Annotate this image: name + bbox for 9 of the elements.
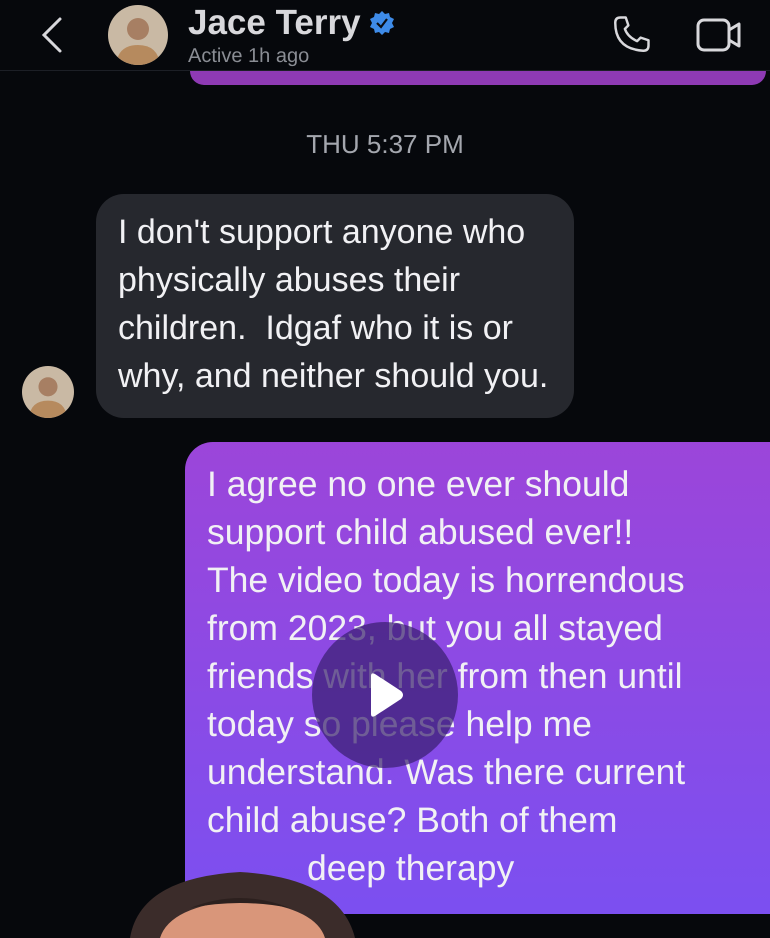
video-camera-icon xyxy=(696,17,742,54)
received-message: I don't support anyone who physically abuses their children. Idgaf who it is or why, and neither should you. xyxy=(96,194,574,418)
video-call-button[interactable] xyxy=(696,17,742,54)
contact-name: Jace Terry xyxy=(188,2,361,43)
timestamp: THU 5:37 PM xyxy=(306,129,464,160)
avatar xyxy=(22,366,74,418)
back-button[interactable] xyxy=(40,16,64,54)
back-icon xyxy=(40,16,64,54)
active-status: Active 1h ago xyxy=(188,44,310,68)
